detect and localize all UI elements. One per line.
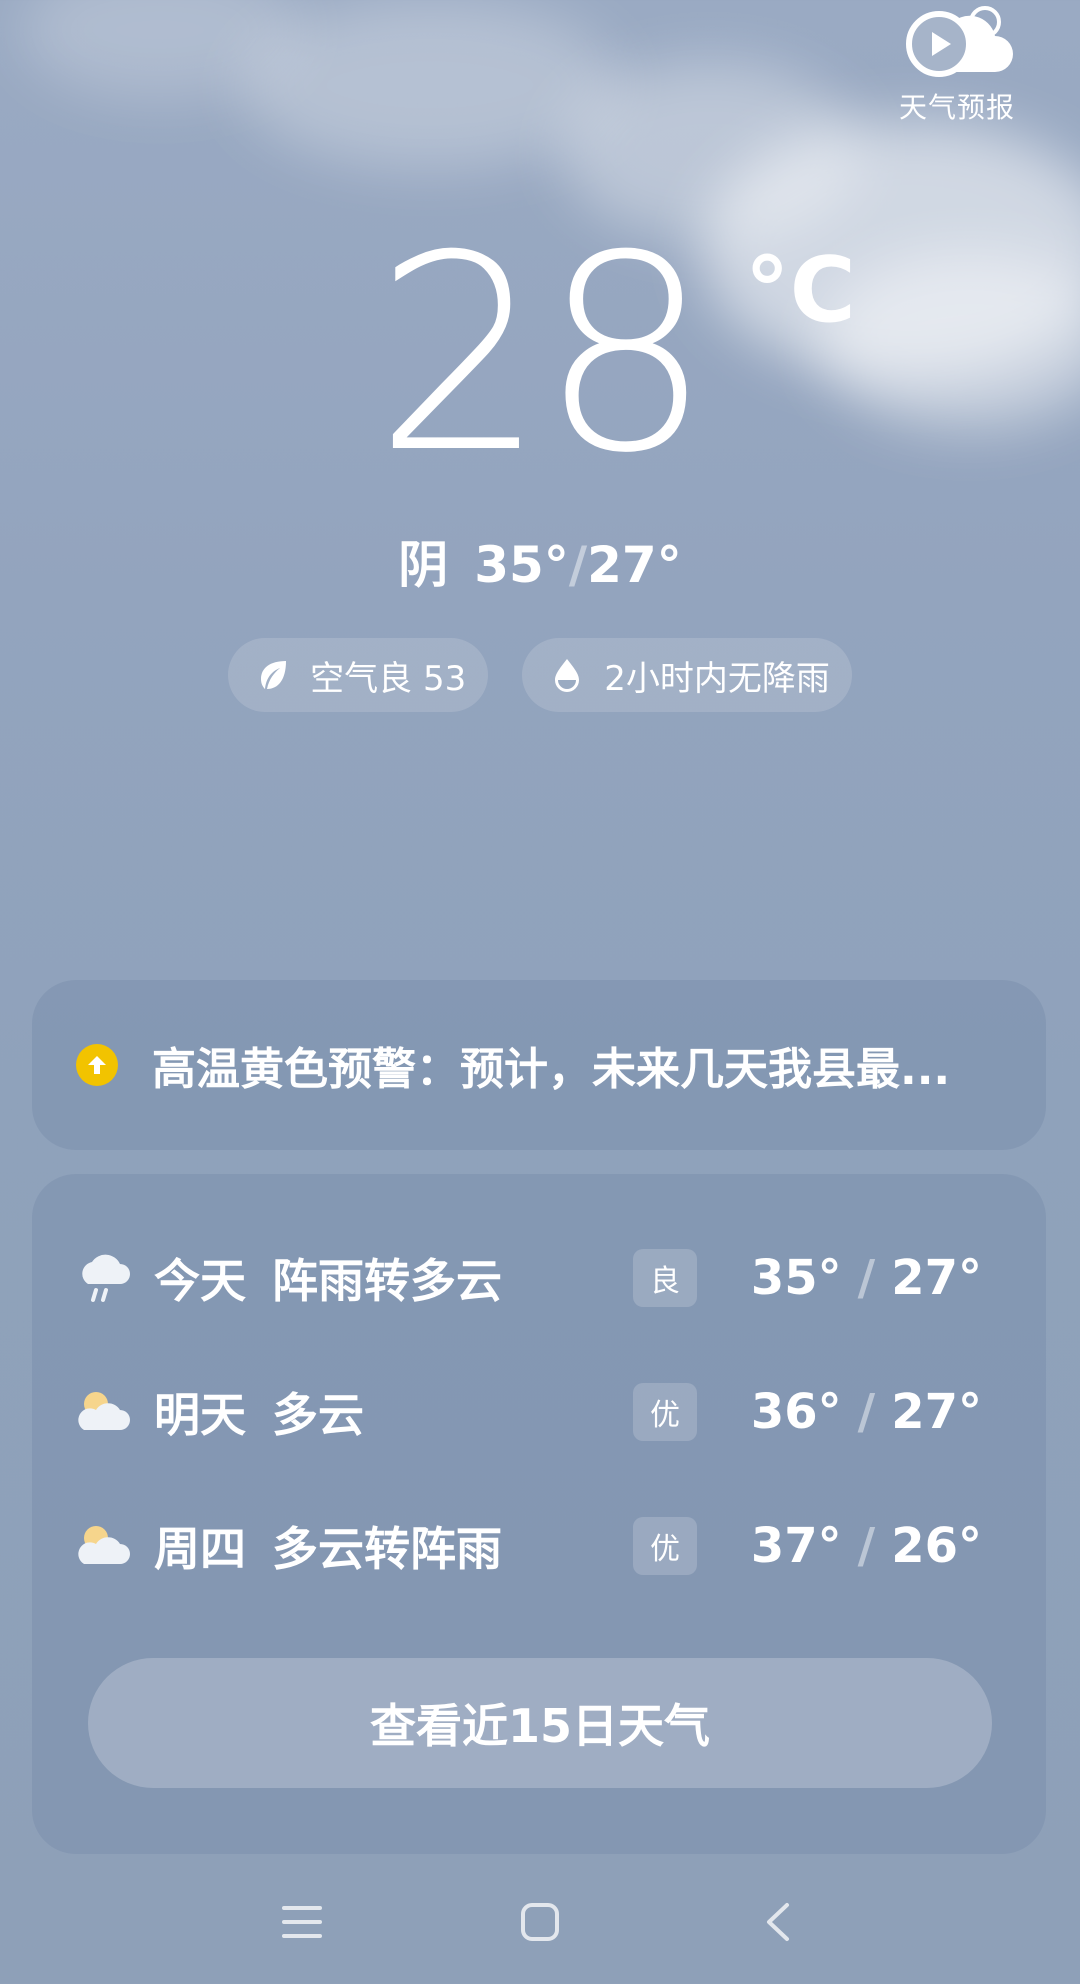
range-separator: / xyxy=(857,1518,876,1574)
forecast-video-label: 天气预报 xyxy=(898,91,1015,124)
forecast-day: 明天 xyxy=(154,1388,246,1442)
forecast-temp-range: 37° / 26° xyxy=(751,1518,982,1574)
current-temperature: 28 °C xyxy=(0,220,1080,490)
raindrop-icon xyxy=(548,656,586,694)
view-15-day-forecast-button[interactable]: 查看近15日天气 xyxy=(88,1658,992,1788)
partly-cloudy-icon xyxy=(76,1382,136,1442)
back-icon[interactable] xyxy=(748,1892,808,1952)
aqi-badge: 良 xyxy=(633,1249,697,1307)
partly-cloudy-icon xyxy=(76,1516,136,1576)
air-quality-pill[interactable]: 空气良 53 xyxy=(228,638,489,712)
air-quality-label: 空气良 53 xyxy=(310,658,467,699)
system-navigation-bar xyxy=(0,1880,1080,1960)
forecast-high: 35° xyxy=(750,1250,842,1306)
forecast-condition: 阵雨转多云 xyxy=(272,1254,502,1308)
range-separator: / xyxy=(857,1384,876,1440)
alert-text: 高温黄色预警：预计，未来几天我县最... xyxy=(152,1044,951,1095)
shower-cloud-icon xyxy=(76,1248,136,1308)
aqi-badge: 优 xyxy=(633,1517,697,1575)
rain-forecast-label: 2小时内无降雨 xyxy=(604,658,830,699)
aqi-badge: 优 xyxy=(633,1383,697,1441)
current-condition: 阴 xyxy=(398,536,449,594)
today-high: 35° xyxy=(474,536,569,594)
current-condition-line: 阴 35°/27° xyxy=(0,525,1080,597)
temp-separator: / xyxy=(568,536,588,594)
forecast-day: 今天 xyxy=(154,1254,246,1308)
forecast-low: 26° xyxy=(891,1518,982,1574)
play-cloud-icon xyxy=(897,4,1017,84)
forecast-temp-range: 35° / 27° xyxy=(751,1250,982,1306)
forecast-day: 周四 xyxy=(154,1522,246,1576)
forecast-low: 27° xyxy=(891,1384,982,1440)
home-icon[interactable] xyxy=(510,1892,570,1952)
menu-icon[interactable] xyxy=(272,1892,332,1952)
forecast-high: 37° xyxy=(750,1518,842,1574)
weather-alert-card[interactable]: 高温黄色预警：预计，未来几天我县最... xyxy=(32,980,1046,1150)
forecast-row-today[interactable]: 今天 阵雨转多云 良 35° / 27° xyxy=(0,1238,1014,1318)
forecast-condition: 多云转阵雨 xyxy=(272,1522,502,1576)
forecast-high: 36° xyxy=(750,1384,842,1440)
weather-forecast-video-button[interactable]: 天气预报 xyxy=(892,4,1022,126)
leaf-icon xyxy=(254,656,292,694)
arrow-up-circle-icon xyxy=(76,1044,118,1086)
range-separator: / xyxy=(857,1250,876,1306)
forecast-row-thursday[interactable]: 周四 多云转阵雨 优 37° / 26° xyxy=(0,1506,1014,1586)
forecast-row-tomorrow[interactable]: 明天 多云 优 36° / 27° xyxy=(0,1372,1014,1452)
forecast-condition: 多云 xyxy=(272,1388,364,1442)
temperature-value: 28 xyxy=(374,197,712,512)
forecast-temp-range: 36° / 27° xyxy=(751,1384,982,1440)
rain-forecast-pill[interactable]: 2小时内无降雨 xyxy=(522,638,852,712)
temperature-unit: °C xyxy=(744,238,856,343)
info-pills: 空气良 53 2小时内无降雨 xyxy=(0,638,1080,712)
today-low: 27° xyxy=(587,536,682,594)
forecast-low: 27° xyxy=(891,1250,982,1306)
